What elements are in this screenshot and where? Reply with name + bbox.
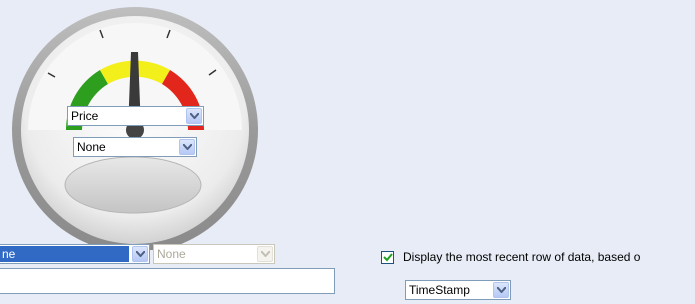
field-combo-value: ne [0,246,129,262]
second-combo-value: None [157,247,186,261]
field-combo[interactable]: ne [0,244,150,264]
chevron-down-icon [136,251,145,257]
second-combo-button [257,246,273,262]
order-field-combo-button[interactable] [493,282,509,298]
gauge-settings-panel: Price None ne None Display the most rece… [0,0,695,304]
recent-row-checkbox[interactable] [381,251,394,264]
value-field-combo[interactable]: Price [67,106,204,126]
checkmark-icon [383,253,393,262]
second-combo: None [153,244,275,264]
gauge-readout-oval [64,156,202,214]
recent-row-label: Display the most recent row of data, bas… [403,250,641,264]
value-field-combo-value: Price [71,109,99,123]
secondary-field-combo-button[interactable] [179,139,195,155]
chevron-down-icon [261,251,270,257]
order-field-combo[interactable]: TimeStamp [405,280,511,300]
secondary-field-combo-value: None [77,140,106,154]
value-field-combo-button[interactable] [186,108,202,124]
field-combo-button[interactable] [132,246,148,262]
expression-input[interactable] [0,268,335,294]
secondary-field-combo[interactable]: None [73,137,197,157]
chevron-down-icon [497,287,506,293]
chevron-down-icon [183,144,192,150]
chevron-down-icon [190,113,199,119]
order-field-combo-value: TimeStamp [409,283,470,297]
